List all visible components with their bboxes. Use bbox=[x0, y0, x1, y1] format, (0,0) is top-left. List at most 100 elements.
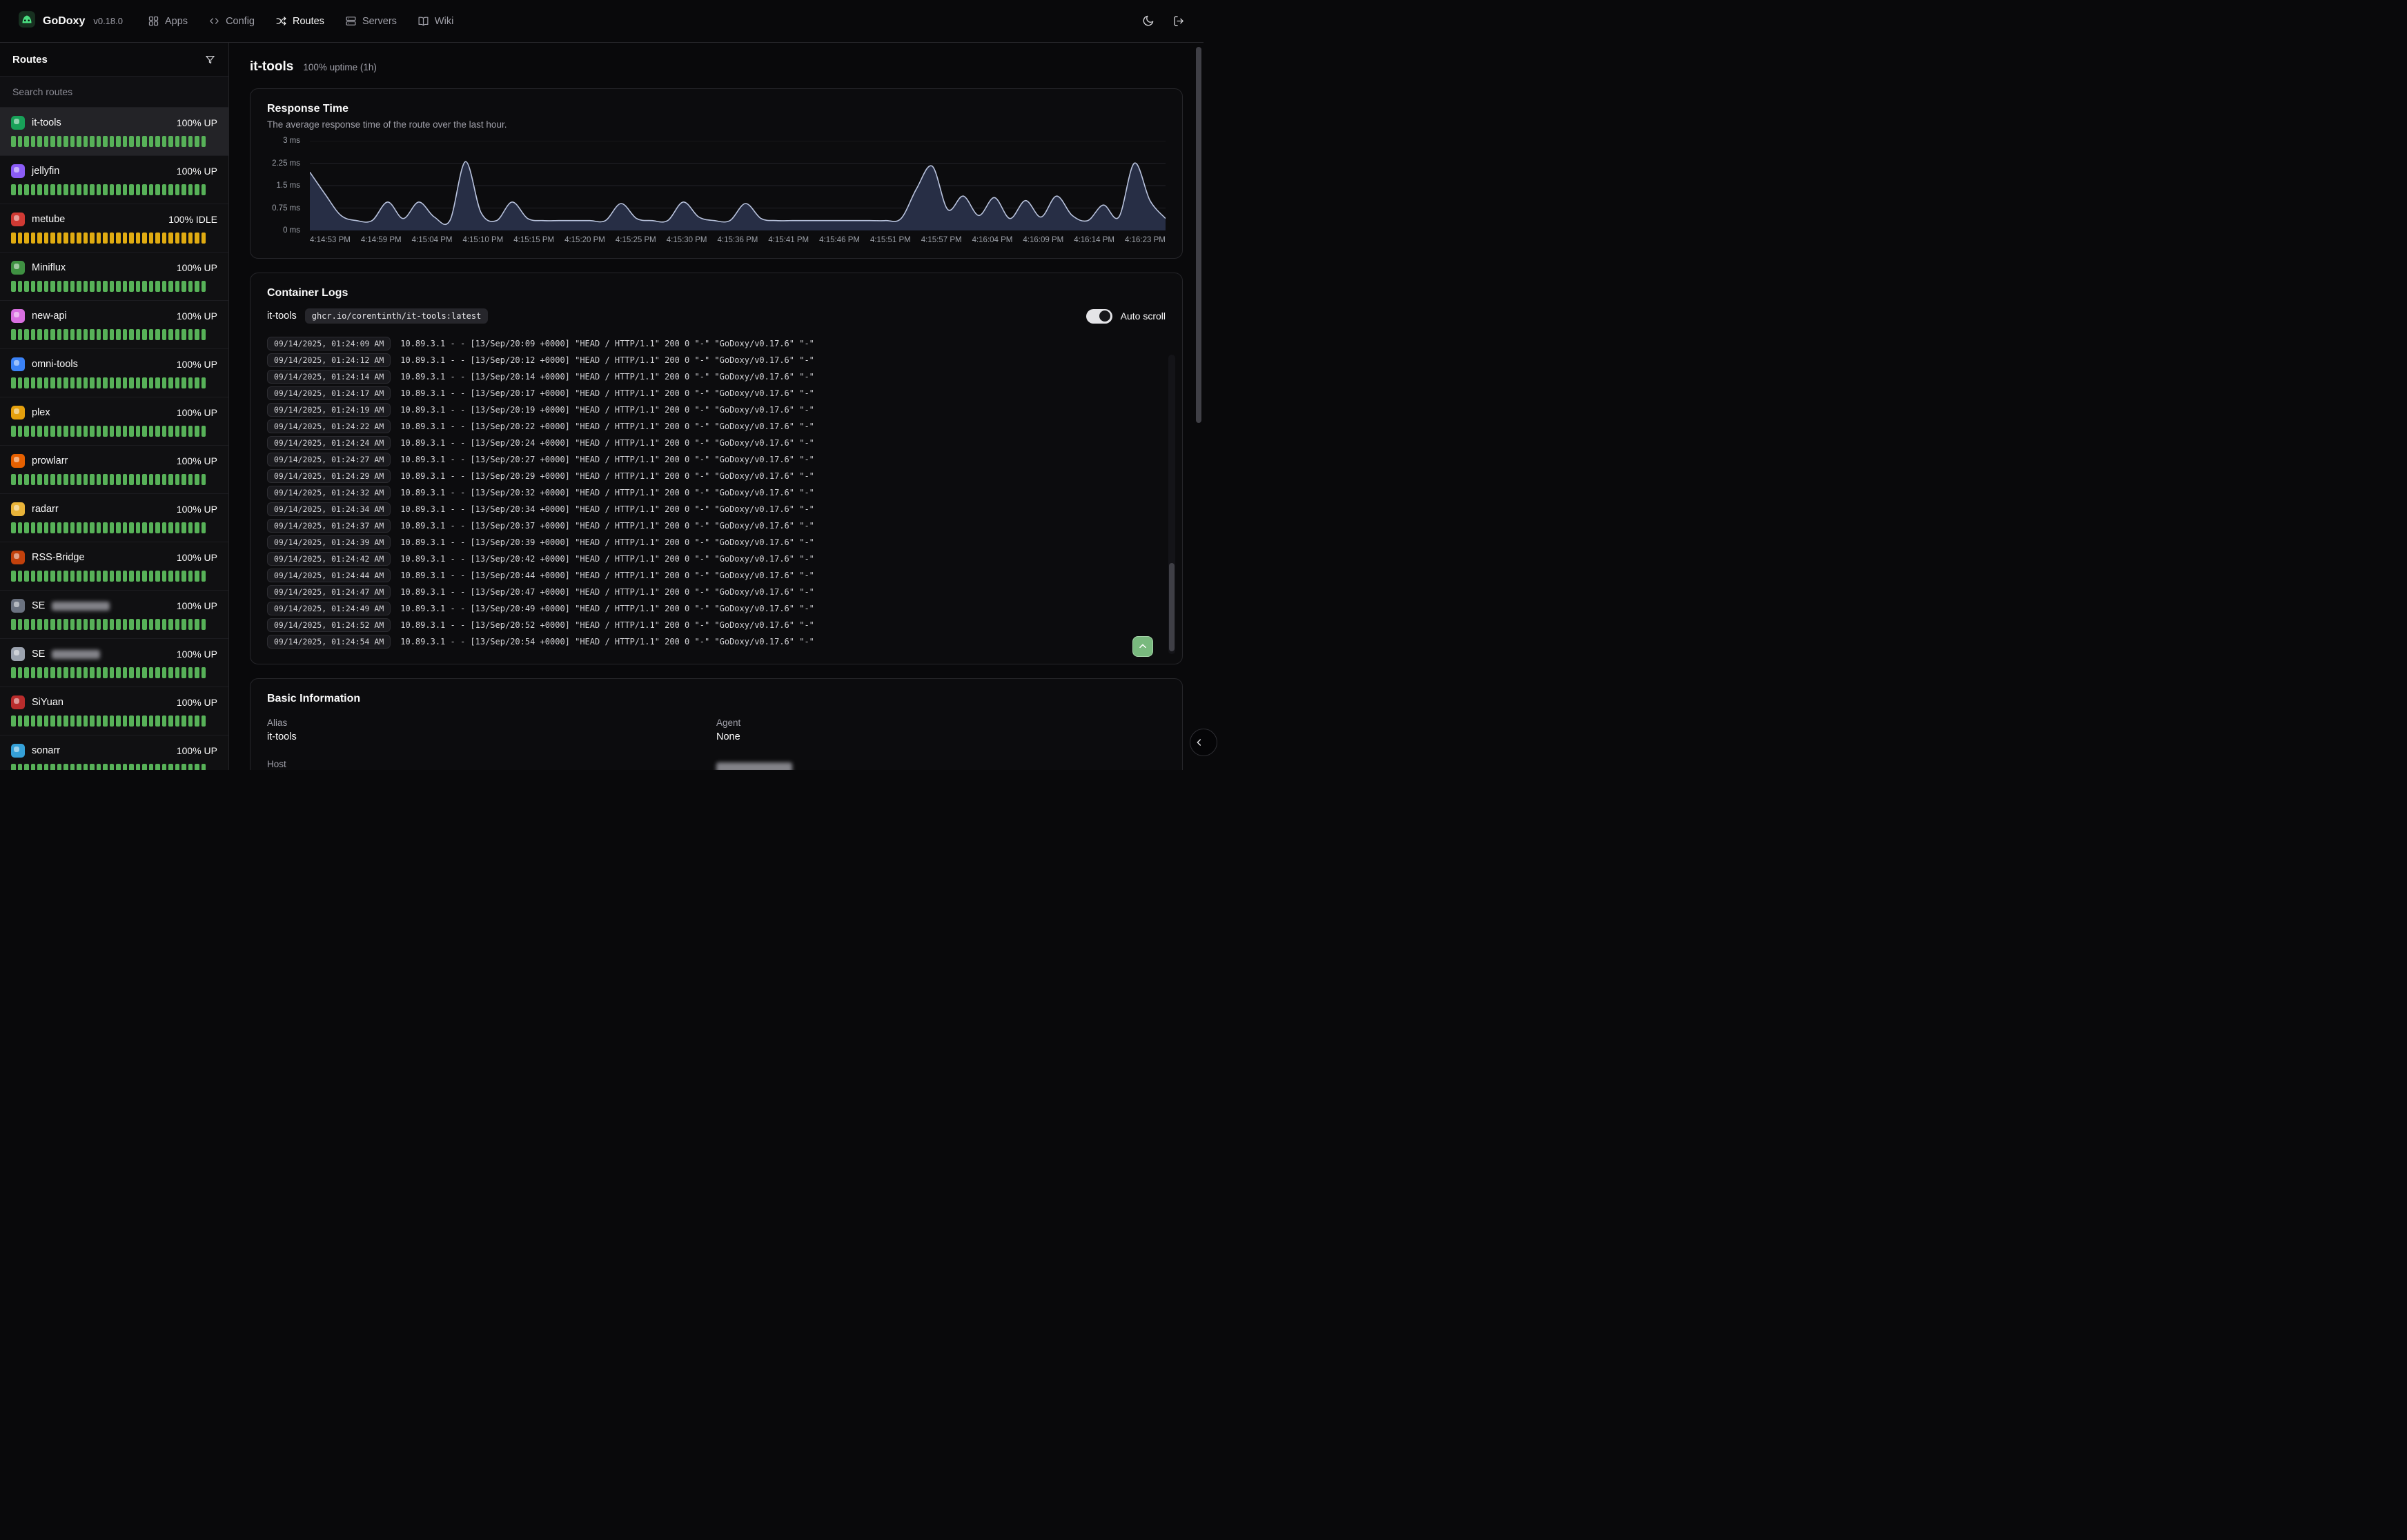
log-row: 09/14/2025, 01:24:47 AM10.89.3.1 - - [13… bbox=[267, 584, 1153, 600]
auto-scroll-toggle[interactable] bbox=[1086, 309, 1112, 324]
log-timestamp-badge: 09/14/2025, 01:24:52 AM bbox=[267, 618, 391, 632]
se-app-icon bbox=[11, 647, 25, 661]
route-name: SiYuan bbox=[32, 697, 63, 708]
route-item-rss-bridge-9[interactable]: RSS-Bridge100% UP bbox=[0, 542, 228, 591]
page-body: Routes it-tools100% UPjellyfin100% UPmet… bbox=[0, 43, 1204, 770]
route-item-se-10[interactable]: SE100% UP bbox=[0, 591, 228, 639]
page-scrollbar[interactable] bbox=[1196, 46, 1201, 766]
log-timestamp-badge: 09/14/2025, 01:24:24 AM bbox=[267, 436, 391, 450]
route-item-siyuan-12[interactable]: SiYuan100% UP bbox=[0, 687, 228, 736]
x-tick-label: 4:16:23 PM bbox=[1125, 236, 1166, 244]
rss-bridge-app-icon bbox=[11, 551, 25, 564]
page-scrollbar-thumb[interactable] bbox=[1196, 47, 1201, 423]
nav-item-label: Servers bbox=[362, 16, 397, 27]
brand-version: v0.18.0 bbox=[93, 16, 123, 26]
x-tick-label: 4:15:10 PM bbox=[462, 236, 503, 244]
route-status: 100% UP bbox=[177, 504, 217, 515]
route-uptime-bars bbox=[11, 619, 217, 630]
route-uptime-bars bbox=[11, 426, 217, 437]
log-row: 09/14/2025, 01:24:42 AM10.89.3.1 - - [13… bbox=[267, 551, 1153, 567]
route-item-sonarr-13[interactable]: sonarr100% UP bbox=[0, 736, 228, 770]
log-timestamp-badge: 09/14/2025, 01:24:09 AM bbox=[267, 337, 391, 351]
log-message: 10.89.3.1 - - [13/Sep/20:12 +0000] "HEAD… bbox=[400, 355, 814, 365]
log-timestamp-badge: 09/14/2025, 01:24:37 AM bbox=[267, 519, 391, 533]
x-tick-label: 4:15:41 PM bbox=[768, 236, 809, 244]
filter-button[interactable] bbox=[204, 54, 216, 66]
log-row: 09/14/2025, 01:24:34 AM10.89.3.1 - - [13… bbox=[267, 501, 1153, 517]
log-row: 09/14/2025, 01:24:27 AM10.89.3.1 - - [13… bbox=[267, 451, 1153, 468]
log-message: 10.89.3.1 - - [13/Sep/20:47 +0000] "HEAD… bbox=[400, 587, 814, 597]
log-row: 09/14/2025, 01:24:44 AM10.89.3.1 - - [13… bbox=[267, 567, 1153, 584]
nav-item-apps[interactable]: Apps bbox=[148, 15, 188, 27]
moon-icon bbox=[1141, 14, 1155, 28]
brand[interactable]: GoDoxy v0.18.0 bbox=[18, 10, 123, 32]
route-status: 100% UP bbox=[177, 310, 217, 322]
route-status: 100% UP bbox=[177, 649, 217, 660]
route-item-new-api-4[interactable]: new-api100% UP bbox=[0, 301, 228, 349]
log-timestamp-badge: 09/14/2025, 01:24:12 AM bbox=[267, 353, 391, 367]
response-time-chart: 3 ms2.25 ms1.5 ms0.75 ms0 ms 4:14:53 PM4… bbox=[267, 141, 1166, 244]
scroll-to-top-button[interactable] bbox=[1132, 636, 1153, 657]
logout-button[interactable] bbox=[1172, 14, 1186, 28]
page-title: it-tools bbox=[250, 59, 293, 75]
route-item-radarr-8[interactable]: radarr 100% UP bbox=[0, 494, 228, 542]
nav-item-routes[interactable]: Routes bbox=[275, 15, 324, 27]
route-item-se-11[interactable]: SE 100% UP bbox=[0, 639, 228, 687]
info-field-alias: Aliasit-tools bbox=[267, 718, 716, 742]
route-item-prowlarr-7[interactable]: prowlarr 100% UP bbox=[0, 446, 228, 494]
route-item-metube-2[interactable]: metube100% IDLE bbox=[0, 204, 228, 253]
theme-toggle-button[interactable] bbox=[1141, 14, 1155, 28]
search-routes-input[interactable] bbox=[0, 77, 228, 107]
redacted-route-name bbox=[52, 602, 110, 611]
nav-item-wiki[interactable]: Wiki bbox=[417, 15, 453, 27]
route-status: 100% UP bbox=[177, 455, 217, 466]
uptime-summary: 100% uptime (1h) bbox=[303, 62, 377, 72]
log-message: 10.89.3.1 - - [13/Sep/20:32 +0000] "HEAD… bbox=[400, 488, 814, 497]
info-field-value: it-tools bbox=[267, 731, 716, 742]
log-row: 09/14/2025, 01:24:32 AM10.89.3.1 - - [13… bbox=[267, 484, 1153, 501]
route-uptime-bars bbox=[11, 474, 217, 485]
route-item-omni-tools-5[interactable]: omni-tools100% UP bbox=[0, 349, 228, 397]
route-name: radarr bbox=[32, 504, 59, 515]
route-name: Miniflux bbox=[32, 262, 66, 273]
response-time-title: Response Time bbox=[267, 103, 1166, 115]
log-message: 10.89.3.1 - - [13/Sep/20:39 +0000] "HEAD… bbox=[400, 537, 814, 547]
route-name: SE bbox=[32, 649, 45, 660]
route-item-plex-6[interactable]: plex100% UP bbox=[0, 397, 228, 446]
route-name: omni-tools bbox=[32, 359, 78, 370]
chart-x-axis: 4:14:53 PM4:14:59 PM4:15:04 PM4:15:10 PM… bbox=[310, 236, 1166, 244]
log-message: 10.89.3.1 - - [13/Sep/20:52 +0000] "HEAD… bbox=[400, 620, 814, 630]
se-app-icon bbox=[11, 599, 25, 613]
log-row: 09/14/2025, 01:24:09 AM10.89.3.1 - - [13… bbox=[267, 335, 1153, 352]
log-row: 09/14/2025, 01:24:22 AM10.89.3.1 - - [13… bbox=[267, 418, 1153, 435]
y-tick-label: 3 ms bbox=[283, 137, 300, 145]
route-status: 100% UP bbox=[177, 745, 217, 756]
basic-info-card: Basic Information Aliasit-toolsAgentNone… bbox=[250, 678, 1183, 770]
sidebar-collapse-handle[interactable] bbox=[1190, 729, 1217, 756]
logout-icon bbox=[1172, 14, 1186, 28]
response-time-subtitle: The average response time of the route o… bbox=[267, 119, 1166, 130]
log-row: 09/14/2025, 01:24:52 AM 10.89.3.1 - - [13… bbox=[267, 617, 1153, 633]
y-tick-label: 0 ms bbox=[283, 226, 300, 235]
logs-scrollbar[interactable] bbox=[1168, 355, 1175, 654]
routes-list: it-tools100% UPjellyfin100% UPmetube100%… bbox=[0, 108, 228, 770]
nav-item-servers[interactable]: Servers bbox=[345, 15, 397, 27]
route-name: RSS-Bridge bbox=[32, 552, 85, 563]
log-message: 10.89.3.1 - - [13/Sep/20:29 +0000] "HEAD… bbox=[400, 471, 814, 481]
jellyfin-app-icon bbox=[11, 164, 25, 178]
route-item-jellyfin-1[interactable]: jellyfin100% UP bbox=[0, 156, 228, 204]
route-name: prowlarr bbox=[32, 455, 68, 466]
redacted-value bbox=[716, 762, 792, 770]
route-item-it-tools-0[interactable]: it-tools100% UP bbox=[0, 108, 228, 156]
nav-item-config[interactable]: Config bbox=[208, 15, 255, 27]
logs-scrollbar-thumb[interactable] bbox=[1169, 563, 1175, 651]
route-item-miniflux-3[interactable]: Miniflux100% UP bbox=[0, 253, 228, 301]
x-tick-label: 4:15:46 PM bbox=[819, 236, 860, 244]
filter-icon bbox=[204, 54, 216, 66]
log-message: 10.89.3.1 - - [13/Sep/20:34 +0000] "HEAD… bbox=[400, 504, 814, 514]
siyuan-app-icon bbox=[11, 695, 25, 709]
log-row: 09/14/2025, 01:24:17 AM10.89.3.1 - - [13… bbox=[267, 385, 1153, 402]
chart-y-axis: 3 ms2.25 ms1.5 ms0.75 ms0 ms bbox=[267, 141, 303, 230]
redacted-route-name bbox=[52, 650, 100, 659]
route-uptime-bars bbox=[11, 377, 217, 388]
